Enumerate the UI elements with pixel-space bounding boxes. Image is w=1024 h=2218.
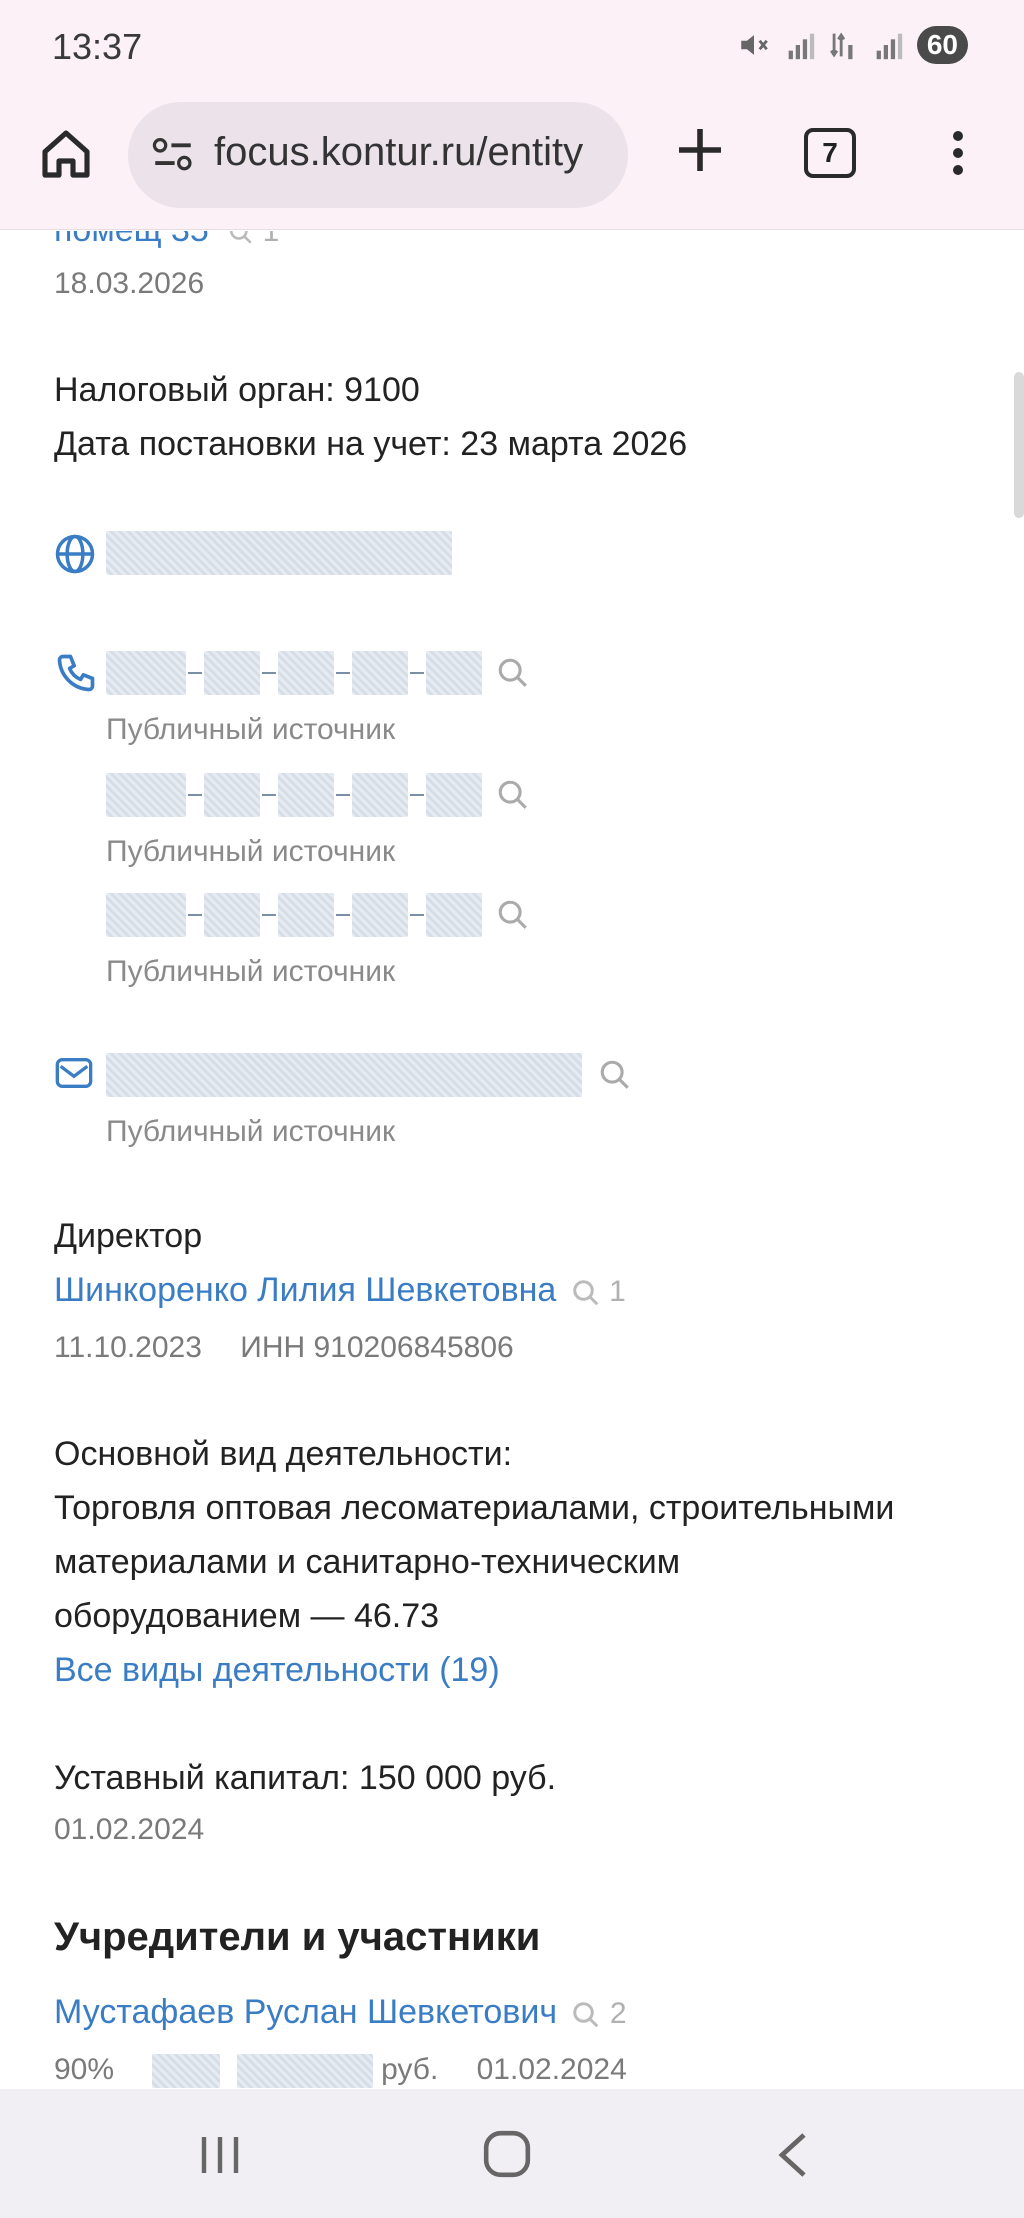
- director-label: Директор: [54, 1217, 203, 1255]
- search-icon[interactable]: [496, 778, 530, 812]
- phone-source-3: Публичный источник: [106, 955, 396, 988]
- search-icon: [573, 1280, 599, 1306]
- founders-heading: Учредители и участники: [54, 1915, 541, 1959]
- tab-switcher-button[interactable]: 7: [804, 128, 856, 178]
- back-icon[interactable]: [774, 2131, 814, 2179]
- phone-number-2[interactable]: [106, 773, 530, 817]
- signal-icon: [788, 33, 815, 60]
- status-time: 13:37: [52, 26, 143, 67]
- more-menu-icon[interactable]: [940, 126, 976, 186]
- search-icon[interactable]: [598, 1058, 632, 1092]
- home-icon[interactable]: [38, 126, 94, 182]
- founder-currency: руб.: [381, 2053, 439, 2086]
- founder-meta: 90% руб. 01.02.2024: [54, 2053, 627, 2089]
- browser-toolbar: focus.kontur.ru/entity 7: [0, 96, 1024, 230]
- email-hidden[interactable]: [106, 1053, 632, 1097]
- director-date: 11.10.2023: [54, 1331, 202, 1364]
- founder-amount-hidden: [152, 2054, 221, 2089]
- phone-number-1[interactable]: [106, 651, 530, 695]
- status-bar: 13:37 60: [0, 0, 1024, 96]
- system-navigation-bar: [0, 2089, 1024, 2218]
- recent-apps-icon[interactable]: [196, 2133, 244, 2177]
- mute-icon: [741, 35, 768, 55]
- activity-line-2: материалами и санитарно-техническим: [54, 1543, 681, 1581]
- search-icon: [573, 2002, 599, 2028]
- all-activities-link[interactable]: Все виды деятельности (19): [54, 1651, 500, 1690]
- battery-indicator: 60: [916, 26, 968, 64]
- data-signal-icon: [829, 32, 853, 60]
- website-hidden[interactable]: [106, 531, 452, 575]
- search-icon: [230, 231, 252, 244]
- phone-source-1: Публичный источник: [106, 713, 396, 746]
- status-icons: 60: [737, 26, 968, 64]
- scrollbar-thumb[interactable]: [1014, 372, 1024, 518]
- url-text[interactable]: focus.kontur.ru/entity: [214, 130, 583, 175]
- new-tab-icon[interactable]: [672, 122, 728, 178]
- phone-source-2: Публичный источник: [106, 835, 396, 868]
- founder-amount-hidden-2: [236, 2054, 373, 2089]
- founder-mentions[interactable]: 2: [571, 1997, 627, 2030]
- email-source: Публичный источник: [106, 1115, 396, 1148]
- registration-date: Дата постановки на учет: 23 марта 2026: [54, 425, 688, 463]
- tax-authority: Налоговый орган: 9100: [54, 371, 420, 409]
- search-icon[interactable]: [496, 656, 530, 690]
- founder-share: 90%: [54, 2053, 115, 2086]
- address-link-partial[interactable]: помещ 35 1: [54, 231, 279, 250]
- address-date: 18.03.2026: [54, 267, 205, 300]
- address-bar[interactable]: focus.kontur.ru/entity: [128, 102, 628, 208]
- founder-row: Мустафаев Руслан Шевкетович 2: [54, 1993, 627, 2032]
- search-icon[interactable]: [496, 898, 530, 932]
- director-inn: ИНН 910206845806: [240, 1331, 514, 1364]
- phone-icon: [57, 654, 95, 692]
- founder-date: 01.02.2024: [476, 2053, 627, 2086]
- signal-icon-2: [876, 33, 903, 60]
- home-nav-icon[interactable]: [482, 2129, 532, 2179]
- activity-label: Основной вид деятельности:: [54, 1435, 513, 1473]
- entity-card: помещ 35 1 18.03.2026 Налоговый орган: 9…: [0, 231, 1024, 2089]
- activity-line-3: оборудованием — 46.73: [54, 1597, 440, 1635]
- email-icon: [55, 1058, 93, 1088]
- director-mentions[interactable]: 1: [571, 1275, 626, 1308]
- director-meta: 11.10.2023 ИНН 910206845806: [54, 1331, 514, 1365]
- authorized-capital: Уставный капитал: 150 000 руб.: [54, 1759, 557, 1797]
- globe-icon: [55, 534, 95, 574]
- phone-number-3[interactable]: [106, 893, 530, 937]
- capital-date: 01.02.2024: [54, 1813, 205, 1846]
- founder-name-link[interactable]: Мустафаев Руслан Шевкетович: [54, 1993, 557, 2031]
- director-row: Шинкоренко Лилия Шевкетовна 1: [54, 1271, 626, 1310]
- site-settings-icon[interactable]: [152, 136, 194, 174]
- activity-line-1: Торговля оптовая лесоматериалами, строит…: [54, 1489, 895, 1527]
- director-name-link[interactable]: Шинкоренко Лилия Шевкетовна: [54, 1271, 556, 1309]
